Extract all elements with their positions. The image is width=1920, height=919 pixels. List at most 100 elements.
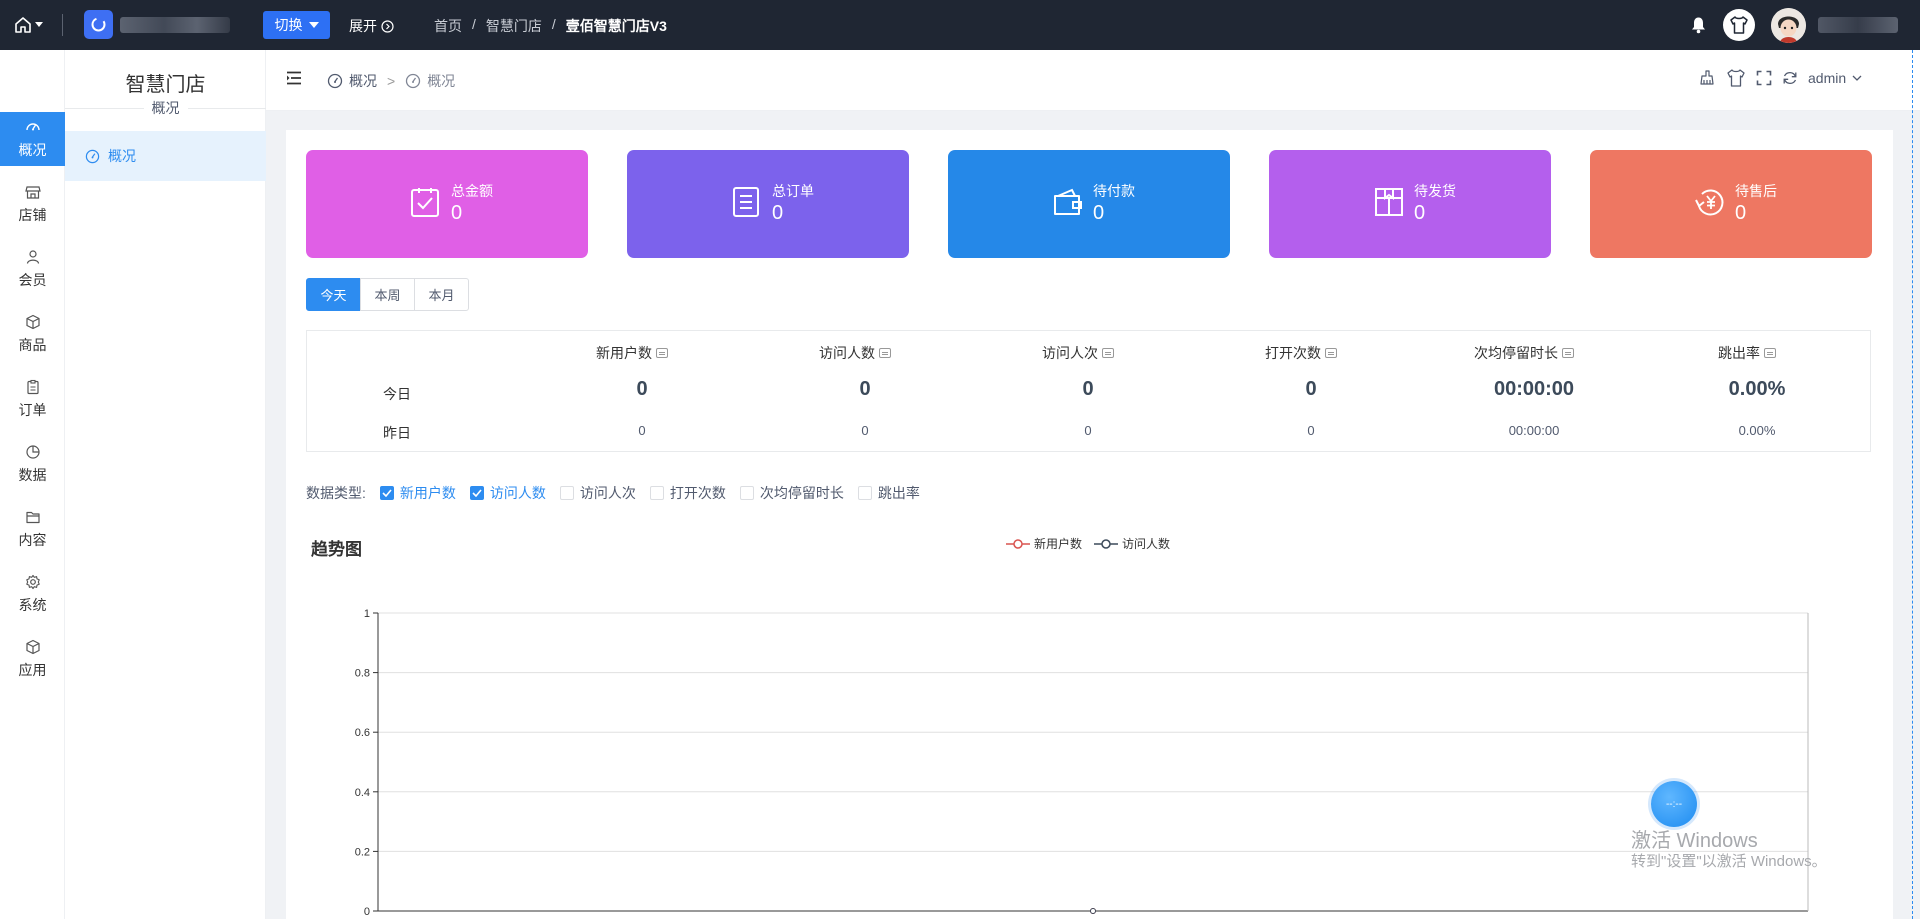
stat-card-pending-shipment[interactable]: 待发货 0 — [1269, 150, 1551, 258]
expand-label: 展开 — [349, 18, 377, 34]
subnav-item-overview[interactable]: 概况 — [65, 131, 266, 181]
bubble-label: --:-- — [1665, 798, 1683, 810]
checkbox-opens[interactable] — [649, 486, 664, 500]
sidebar-item-label: 数据 — [18, 466, 47, 483]
user-menu[interactable]: admin — [1808, 70, 1862, 86]
stat-card-total-amount[interactable]: 总金额 0 — [306, 150, 588, 258]
breadcrumb-current: 壹佰智慧门店V3 — [565, 18, 667, 34]
tab-this-month[interactable]: 本月 — [414, 278, 469, 311]
legend-marker — [1006, 538, 1030, 549]
menu-toggle-icon[interactable] — [286, 71, 302, 85]
stat-card-value: 0 — [1735, 202, 1747, 224]
column-header: 打开次数 — [1265, 343, 1337, 363]
checkbox-label[interactable]: 打开次数 — [670, 483, 726, 503]
sidebar-item-content[interactable]: 内容 — [0, 502, 65, 556]
data-point[interactable] — [1090, 908, 1096, 914]
refresh-icon[interactable] — [1782, 70, 1798, 86]
chevron-down-icon — [1852, 75, 1862, 81]
sidebar-item-member[interactable]: 会员 — [0, 242, 65, 296]
checkbox-label[interactable]: 跳出率 — [878, 483, 920, 503]
home-icon — [15, 17, 31, 33]
breadcrumb-overview[interactable]: 概况 — [349, 71, 377, 91]
dashboard-icon — [25, 122, 40, 130]
checkbox-new-users[interactable] — [379, 486, 394, 500]
stat-card-value: 0 — [1093, 202, 1105, 224]
row-label-today: 今日 — [383, 386, 411, 402]
avatar[interactable] — [1771, 8, 1806, 43]
stat-card-pending-payment[interactable]: 待付款 0 — [948, 150, 1230, 258]
sidebar-item-data[interactable]: 数据 — [0, 437, 65, 491]
sidebar-item-product[interactable]: 商品 — [0, 307, 65, 361]
sidebar-item-store[interactable]: 店铺 — [0, 177, 65, 231]
checkbox-visitors[interactable] — [469, 486, 484, 500]
y-tick-label: 0.8 — [355, 668, 370, 680]
sidebar-item-apps[interactable]: 应用 — [0, 632, 65, 686]
comment-icon[interactable] — [1764, 348, 1776, 358]
checkbox-bounce-rate[interactable] — [857, 486, 872, 500]
sidebar-item-system[interactable]: 系统 — [0, 567, 65, 621]
checkbox-avg-duration[interactable] — [739, 486, 754, 500]
checkbox-label[interactable]: 访问人数 — [490, 483, 546, 503]
legend-label: 访问人数 — [1122, 537, 1171, 551]
checklist-icon — [411, 188, 439, 217]
stat-value: 0 — [1305, 378, 1317, 400]
pie-chart-icon — [25, 444, 40, 459]
header-label: 次均停留时长 — [1474, 345, 1558, 361]
sidebar-item-label: 店铺 — [18, 206, 47, 223]
app-logo[interactable] — [84, 10, 113, 39]
expand-button[interactable]: 展开 — [349, 16, 394, 36]
switch-button[interactable]: 切换 — [263, 11, 330, 39]
stat-card-after-sales[interactable]: 待售后 0 — [1590, 150, 1872, 258]
breadcrumb-separator: / — [472, 16, 476, 32]
home-menu[interactable] — [14, 12, 54, 38]
checkbox-visits[interactable] — [559, 486, 574, 500]
checkbox-label[interactable]: 次均停留时长 — [760, 483, 844, 503]
tab-today[interactable]: 今天 — [306, 278, 361, 311]
breadcrumb-current: 概况 — [427, 73, 456, 89]
header-label: 访问人数 — [819, 345, 875, 361]
comment-icon[interactable] — [1325, 348, 1337, 358]
stat-card-label: 总订单 — [772, 183, 814, 199]
breadcrumb-separator: / — [551, 16, 556, 32]
box-icon — [25, 314, 40, 329]
theme-button[interactable] — [1723, 9, 1755, 41]
redacted-store-name — [120, 17, 230, 33]
switch-label: 切换 — [274, 17, 303, 33]
tab-this-week[interactable]: 本周 — [360, 278, 415, 311]
subnav-item-label: 概况 — [108, 148, 136, 164]
stat-value: 0 — [859, 378, 871, 400]
comment-icon[interactable] — [879, 348, 891, 358]
stat-value: 0 — [638, 423, 646, 438]
row-label-yesterday: 昨日 — [383, 425, 411, 441]
fullscreen-icon[interactable] — [1756, 70, 1772, 86]
cube-icon — [25, 639, 40, 654]
comment-icon[interactable] — [656, 348, 668, 358]
y-tick-label: 0.4 — [355, 787, 370, 799]
checkbox-label[interactable]: 新用户数 — [400, 483, 456, 503]
package-icon — [1375, 188, 1403, 216]
floating-assistant-bubble[interactable]: --:-- — [1651, 781, 1697, 827]
legend-item[interactable]: 访问人数 — [1094, 535, 1170, 552]
breadcrumb-home[interactable]: 首页 — [434, 16, 462, 36]
chart-legend: 新用户数 访问人数 — [1006, 535, 1170, 552]
caret-down-icon — [308, 22, 319, 28]
comment-icon[interactable] — [1102, 348, 1114, 358]
date-range-tabs: 今天 本周 本月 — [306, 278, 469, 311]
top-breadcrumb: 首页 / 智慧门店 / 壹佰智慧门店V3 — [434, 16, 667, 36]
sidebar-item-order[interactable]: 订单 — [0, 372, 65, 426]
sidebar-item-overview[interactable]: 概况 — [0, 112, 65, 166]
sidebar-item-label: 商品 — [18, 336, 47, 353]
stat-value: 0 — [1084, 423, 1092, 438]
stat-card-label: 待付款 — [1093, 183, 1135, 199]
breadcrumb-smart-store[interactable]: 智慧门店 — [486, 16, 542, 36]
comment-icon[interactable] — [1562, 348, 1574, 358]
filter-label: 数据类型: — [306, 485, 366, 501]
stat-value: 0 — [861, 423, 869, 438]
bell-icon[interactable] — [1690, 16, 1707, 34]
avatar-image — [1771, 8, 1806, 43]
checkbox-label[interactable]: 访问人次 — [580, 483, 636, 503]
tshirt-icon[interactable] — [1726, 69, 1746, 87]
clean-icon[interactable] — [1698, 69, 1716, 87]
stat-card-total-orders[interactable]: 总订单 0 — [627, 150, 909, 258]
legend-item[interactable]: 新用户数 — [1006, 535, 1082, 552]
